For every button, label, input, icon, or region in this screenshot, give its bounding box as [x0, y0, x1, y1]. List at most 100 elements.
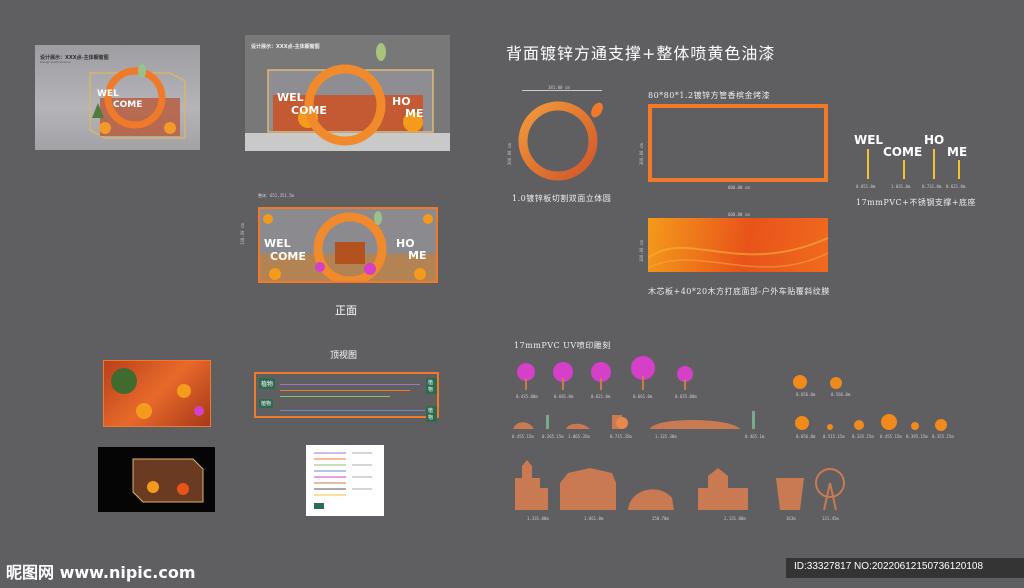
- letters-post-1: [867, 149, 869, 179]
- frame-dim-bottom: 600.00 cm: [728, 185, 750, 190]
- letters-dim-4: 0.621.0m: [946, 184, 966, 189]
- letters-dim-1: 0.051.0m: [856, 184, 876, 189]
- fruit-5: [854, 420, 864, 430]
- plant-dim-2: 0.265.15m: [542, 434, 564, 439]
- page-title: 背面镀锌方通支撑+整体喷黄色油漆: [506, 44, 776, 63]
- letters-ho: HO: [924, 133, 945, 147]
- fruit-7: [911, 422, 919, 430]
- frame-dim-side: 300.00 cm: [639, 143, 644, 165]
- watermark-site: 昵图网 www.nipic.com: [6, 563, 196, 582]
- front-me: ME: [408, 249, 427, 262]
- front-come: COME: [270, 250, 306, 263]
- legend-sheet: [306, 445, 384, 516]
- building-dim-4: 2.131.00m: [724, 516, 746, 521]
- building-dim-3: 250.70m: [652, 516, 669, 521]
- ring-caption: 1.0镀锌板切割双面立体圆: [512, 194, 612, 203]
- front-view-dim-side: 138.39 cm: [240, 223, 245, 245]
- plant-dim-3: 1.065.35m: [568, 434, 590, 439]
- legend-lines: [314, 452, 372, 509]
- building-dim-6: 131.45m: [822, 516, 839, 521]
- shrub-1: [513, 422, 534, 429]
- fruit-dim-bottom-5: 0.395.15m: [906, 434, 928, 439]
- copper-plants: [513, 411, 755, 429]
- plant-dim-5: 1.135.30m: [655, 434, 677, 439]
- shrub-4: [650, 420, 740, 429]
- letters-me: ME: [947, 145, 968, 159]
- fruit-dim-bottom-2: 0.515.15m: [823, 434, 845, 439]
- render-right-come: COME: [291, 104, 327, 117]
- top-view-line-4: [280, 410, 425, 411]
- render-left-subcaption: Design performance: [40, 60, 71, 64]
- fruit-2: [830, 377, 842, 389]
- tree-3: [591, 362, 611, 390]
- building-3: [628, 489, 674, 510]
- fruit-3: [795, 416, 809, 430]
- plant-dim-1: 0.455.15m: [512, 434, 534, 439]
- fruit-dim-bottom-3: 0.335.15m: [852, 434, 874, 439]
- fruit-8: [935, 419, 947, 431]
- front-view-dim-top: 整体：652,351.5m: [258, 193, 295, 198]
- panel-swirl: [648, 237, 828, 269]
- panel-component: [648, 218, 828, 272]
- top-view-line-3: [280, 396, 390, 397]
- front-view-label: 正面: [335, 304, 357, 317]
- tree-2: [553, 362, 573, 390]
- watermark-id: ID:33327817 NO:20220612150736120108: [794, 561, 984, 572]
- top-view-line-1: [280, 384, 420, 385]
- top-view-plant-4: 植物: [426, 406, 437, 422]
- render-right-wel: WEL: [277, 91, 304, 104]
- building-dim-5: 163m: [786, 516, 796, 521]
- dark-render-scene: [132, 458, 204, 503]
- ring-dim-side: 300.00 cm: [507, 143, 512, 165]
- cactus-1: [546, 415, 549, 429]
- render-right-ho: HO: [392, 95, 411, 108]
- fruit-dim-top-2: 0.566.0m: [831, 392, 851, 397]
- fruit-dim-bottom-6: 0.355.15m: [932, 434, 954, 439]
- tree-5: [677, 366, 693, 390]
- top-view-line-2: [280, 390, 410, 391]
- fruit-6: [881, 414, 897, 430]
- ring-dim-line: [522, 90, 602, 91]
- tree-dim-1: 0.435.00m: [516, 394, 538, 399]
- tree-1: [517, 363, 535, 390]
- fruit-dim-bottom-1: 0.656.0m: [796, 434, 816, 439]
- building-1: [515, 460, 548, 510]
- top-view-plant-1: 植物: [259, 378, 276, 389]
- tree-dim-3: 0.621.0m: [591, 394, 611, 399]
- letters-post-3: [933, 149, 935, 179]
- orange-fruits: [793, 375, 947, 431]
- frame-component: [648, 104, 828, 182]
- fruit-dim-top-1: 0.656.0m: [796, 392, 816, 397]
- top-view-plan: 植物 植物 植物 植物: [254, 372, 439, 422]
- building-4: [698, 468, 748, 510]
- letters-dim-3: 0.731.0m: [922, 184, 942, 189]
- tree-4: [631, 356, 655, 390]
- top-render-image: [103, 360, 211, 427]
- letters-come: COME: [883, 145, 923, 159]
- fruit-dim-bottom-4: 0.455.15m: [880, 434, 902, 439]
- top-view-plant-3: 植物: [426, 378, 437, 394]
- plant-dim-6: 0.465.1m: [745, 434, 765, 439]
- front-wel: WEL: [264, 237, 291, 250]
- dark-render-image: [98, 447, 215, 512]
- letters-dim-2: 1.031.0m: [891, 184, 911, 189]
- copper-buildings: [515, 460, 845, 511]
- top-view-plant-2: 植物: [259, 399, 274, 408]
- top-render-plants: [111, 368, 204, 419]
- panel-dim-side: 100.00 cm: [639, 240, 644, 262]
- building-5: [776, 478, 804, 510]
- frame-title: 80*80*1.2镀锌方管香槟金烤漆: [648, 91, 771, 100]
- letters-post-4: [958, 160, 960, 179]
- pink-trees: [517, 356, 693, 390]
- top-view-label: 顶视图: [330, 351, 358, 361]
- render-left-image: 设计展示：XXX点-主体橱窗图 Design performance WEL C…: [35, 45, 200, 150]
- building-2: [560, 468, 616, 510]
- render-right-me: ME: [405, 107, 424, 120]
- ring-component: [518, 101, 603, 181]
- letters-post-2: [903, 160, 905, 179]
- render-right-image: 设计展示：XXX点-主体橱窗图 WEL COME HO ME: [245, 35, 450, 151]
- letters-wel: WEL: [854, 133, 884, 147]
- shrub-2: [566, 423, 590, 429]
- panel-dim-top: 600.00 cm: [728, 212, 750, 217]
- panel-caption: 木芯板+40*20木方打底面部-户外车贴覆斜纹膜: [648, 287, 830, 296]
